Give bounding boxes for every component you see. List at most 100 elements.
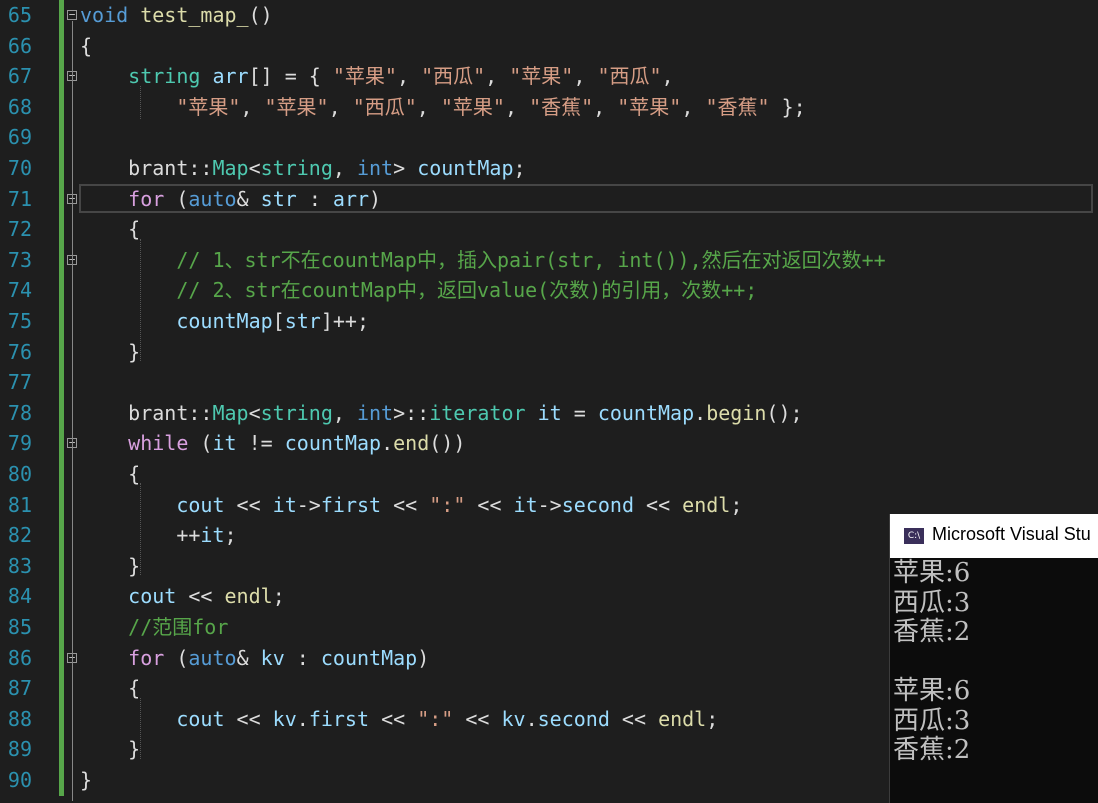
code-token: ( [164, 186, 189, 211]
code-line[interactable]: while (it != countMap.end()) [80, 428, 465, 459]
code-token: << [609, 706, 659, 731]
code-line[interactable]: //范围for [80, 612, 228, 643]
code-line[interactable]: // 2、str在countMap中，返回value(次数)的引用，次数++; [80, 275, 757, 306]
console-output-line: 香蕉:2 [893, 617, 971, 647]
console-title-bar[interactable]: C:\ Microsoft Visual Stu [890, 514, 1098, 558]
line-number: 70 [7, 156, 32, 180]
code-token: . [296, 706, 309, 731]
code-token: // 1、str不在countMap中，插入pair(str, int()),然… [176, 247, 886, 272]
code-line[interactable]: } [80, 337, 140, 368]
fold-toggle-icon[interactable]: − [67, 9, 77, 20]
code-token: [ [272, 309, 285, 333]
code-line[interactable]: cout << endl; [80, 581, 285, 612]
code-token: "苹果" [617, 94, 682, 119]
code-line[interactable]: string arr[] = { "苹果", "西瓜", "苹果", "西瓜", [80, 61, 674, 92]
code-line[interactable]: } [80, 551, 140, 582]
code-token: first [320, 492, 382, 517]
code-line[interactable]: for (auto& kv : countMap) [80, 643, 429, 674]
code-token: "西瓜" [421, 64, 486, 89]
line-number: 88 [7, 706, 32, 731]
change-indicator-bar [59, 0, 64, 796]
console-app-icon: C:\ [904, 528, 924, 544]
code-line[interactable]: { [80, 31, 92, 62]
code-line[interactable]: void test_map_() [80, 0, 273, 31]
code-token: endl [224, 584, 273, 609]
code-token: "西瓜" [352, 94, 417, 119]
code-token: << [369, 706, 418, 731]
code-line[interactable]: cout << it->first << ":" << it->second <… [80, 490, 742, 521]
code-token: it [513, 492, 538, 517]
code-token: void [80, 3, 129, 27]
code-token: > [393, 156, 418, 180]
line-number: 81 [7, 492, 32, 517]
code-token: auto [188, 645, 237, 670]
line-number: 79 [7, 431, 32, 456]
console-output-line: 苹果:6 [893, 676, 971, 706]
code-token: < [248, 156, 261, 180]
code-token: ; [272, 584, 285, 609]
code-line[interactable]: { [80, 673, 140, 704]
code-token: begin [706, 400, 767, 425]
code-line[interactable]: countMap[str]++; [80, 306, 369, 337]
code-token: Map [212, 400, 249, 425]
code-token: << [224, 492, 273, 517]
code-token: = [561, 400, 598, 425]
code-line[interactable]: { [80, 459, 140, 490]
code-token: cout [128, 584, 177, 609]
code-token: << [633, 492, 683, 517]
code-token: ; [706, 706, 719, 731]
code-token: , [485, 64, 510, 89]
code-token: }; [769, 94, 806, 119]
code-token: second [561, 492, 634, 517]
code-token: { [80, 676, 141, 701]
code-token: , [681, 94, 706, 119]
code-token: << [176, 584, 225, 609]
code-line[interactable]: ++it; [80, 520, 236, 551]
console-output-line: 西瓜:3 [893, 587, 971, 618]
code-token: ":" [429, 492, 466, 517]
code-token: while [128, 431, 189, 456]
code-token: , [593, 94, 618, 119]
line-number: 72 [7, 217, 32, 242]
code-token: , [328, 94, 353, 119]
code-line[interactable]: brant::Map<string, int>::iterator it = c… [80, 398, 802, 429]
line-number: 74 [7, 278, 32, 303]
line-number: 65 [7, 3, 32, 27]
code-token: kv [272, 706, 297, 731]
code-token: "西瓜" [597, 64, 662, 89]
code-token: kv [260, 645, 285, 670]
code-token: it [212, 431, 237, 456]
code-token: != [236, 431, 285, 456]
code-token: first [308, 706, 370, 731]
code-token: endl [658, 706, 707, 731]
code-token: } [80, 339, 141, 364]
code-token: , [332, 156, 357, 180]
code-line[interactable]: } [80, 734, 140, 765]
code-token: for [128, 645, 165, 670]
fold-guide-line [72, 281, 73, 321]
code-line[interactable]: { [80, 214, 140, 245]
code-line[interactable]: cout << kv.first << ":" << kv.second << … [80, 704, 718, 735]
code-token: , [416, 94, 441, 119]
console-window[interactable]: C:\ Microsoft Visual Stu 苹果:6 西瓜:3 香蕉:2 苹果… [889, 514, 1098, 803]
code-line[interactable]: for (auto& str : arr) [80, 184, 381, 215]
line-number: 80 [7, 462, 32, 486]
code-token: second [537, 706, 610, 731]
code-token: & [236, 186, 261, 211]
code-line[interactable]: brant::Map<string, int> countMap; [80, 153, 525, 184]
fold-guide-line [72, 464, 73, 585]
code-token: , [504, 94, 530, 119]
code-token: , [661, 64, 674, 89]
code-token: string [128, 64, 201, 89]
code-token: << [453, 706, 502, 731]
code-line[interactable]: "苹果", "苹果", "西瓜", "苹果", "香蕉", "苹果", "香蕉"… [80, 92, 806, 123]
code-line[interactable]: // 1、str不在countMap中，插入pair(str, int()),然… [80, 245, 886, 276]
code-token: . [525, 706, 538, 731]
code-line[interactable]: } [80, 765, 92, 796]
